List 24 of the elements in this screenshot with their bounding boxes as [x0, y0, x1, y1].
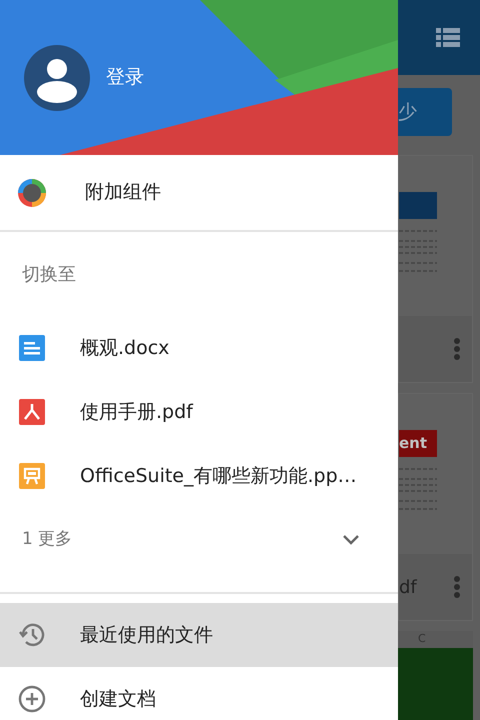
- add-circle-icon: [18, 685, 46, 713]
- presentation-icon: [18, 462, 46, 490]
- page-banner: ent: [399, 430, 437, 457]
- document-card[interactable]: [398, 155, 473, 383]
- history-icon: [18, 621, 46, 649]
- document-icon: [18, 334, 46, 362]
- recent-file-item[interactable]: OfficeSuite_有哪些新功能.pp…: [0, 444, 398, 508]
- recent-file-item[interactable]: 概观.docx: [0, 316, 398, 380]
- pdf-icon: [18, 398, 46, 426]
- page-banner: [399, 192, 437, 219]
- recent-file-item[interactable]: 使用手册.pdf: [0, 380, 398, 444]
- chevron-down-icon: [342, 534, 360, 546]
- menu-item[interactable]: 最近使用的文件: [0, 603, 398, 667]
- card-file-name: df: [399, 576, 417, 600]
- sign-in-link[interactable]: 登录: [106, 63, 144, 92]
- list-view-icon[interactable]: [436, 28, 460, 48]
- avatar-icon[interactable]: [24, 44, 90, 110]
- more-options-icon[interactable]: [454, 338, 460, 360]
- addons-gear-icon: [16, 176, 48, 208]
- more-options-icon[interactable]: [454, 576, 460, 598]
- addons-item[interactable]: 附加组件: [0, 155, 398, 230]
- document-card[interactable]: ent df: [398, 393, 473, 621]
- section-heading: 切换至: [22, 262, 76, 286]
- more-files-toggle[interactable]: 1 更多: [0, 508, 398, 572]
